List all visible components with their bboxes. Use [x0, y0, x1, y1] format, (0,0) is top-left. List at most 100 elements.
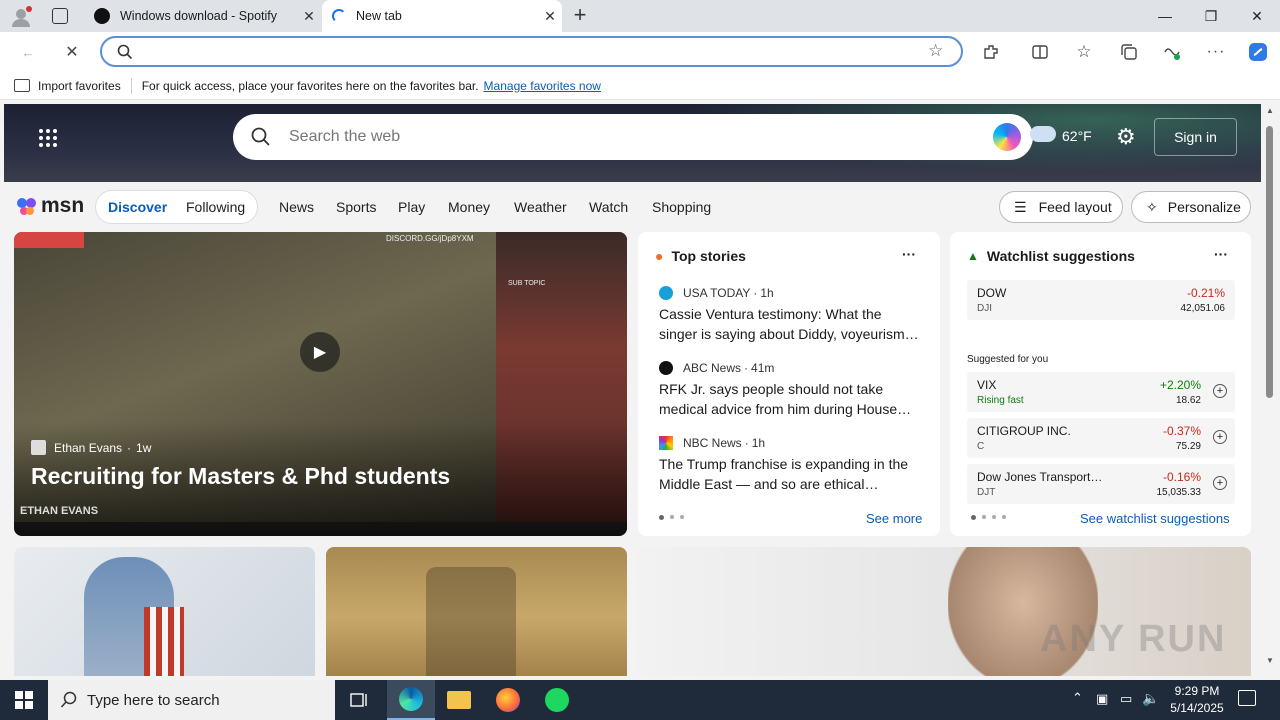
story-headline[interactable]: Cassie Ventura testimony: What the singe… — [659, 304, 923, 344]
see-watchlist-link[interactable]: See watchlist suggestions — [1080, 511, 1230, 526]
personalize-button[interactable]: ✧ Personalize — [1131, 191, 1251, 223]
nav-money[interactable]: Money — [448, 199, 490, 215]
new-tab-button[interactable]: + — [568, 4, 592, 28]
browser-essentials-icon[interactable] — [1160, 40, 1184, 64]
taskbar-search[interactable]: Type here to search — [48, 680, 335, 720]
story-item[interactable]: NBC News · 1h The Trump franchise is expan… — [659, 436, 923, 494]
pager-dots[interactable] — [659, 515, 684, 520]
close-tab-icon[interactable]: ✕ — [297, 8, 321, 25]
story-headline[interactable]: RFK Jr. says people should not take medi… — [659, 379, 923, 419]
story-item[interactable]: ABC News · 41m RFK Jr. says people should … — [659, 361, 923, 419]
scrollbar-thumb[interactable] — [1266, 126, 1273, 398]
clock-time[interactable]: 9:29 PM — [1170, 684, 1224, 698]
top-stories-title[interactable]: Top stories — [671, 248, 745, 264]
usa-today-logo-icon — [659, 286, 673, 300]
volume-icon[interactable]: 🔈 — [1142, 690, 1159, 707]
tab-discover[interactable]: Discover — [108, 199, 167, 215]
scroll-up-icon[interactable]: ▲ — [1266, 106, 1274, 115]
web-search-box[interactable]: Search the web — [233, 114, 1033, 160]
favorite-star-icon[interactable]: ☆ — [928, 41, 943, 61]
pager-dots[interactable] — [971, 515, 1006, 520]
stock-row[interactable]: Dow Jones Transport… DJT -0.16% 15,035.3… — [967, 464, 1235, 504]
nav-weather[interactable]: Weather — [514, 199, 567, 215]
play-button[interactable]: ▶ — [300, 332, 340, 372]
minimize-button[interactable]: — — [1142, 0, 1188, 32]
stock-name: CITIGROUP INC. — [977, 424, 1071, 438]
file-explorer-icon[interactable] — [435, 680, 483, 720]
close-window-button[interactable]: ✕ — [1234, 0, 1280, 32]
hero-video-card[interactable]: DISCORD.GG/jDp8YXM SUB TOPIC ▶ Ethan Eva… — [14, 232, 627, 536]
copilot-icon[interactable] — [1246, 40, 1270, 64]
restore-button[interactable]: ❐ — [1188, 0, 1234, 32]
tab-actions-icon[interactable] — [52, 8, 68, 24]
add-stock-icon[interactable]: + — [1213, 430, 1227, 444]
close-tab-icon[interactable]: ✕ — [538, 8, 562, 25]
hero-banner: Search the web 62°F ⚙ Sign in — [4, 104, 1261, 182]
clock-date[interactable]: 5/14/2025 — [1166, 701, 1228, 715]
stop-icon[interactable]: ✕ — [60, 40, 84, 64]
device-icon[interactable]: ▣ — [1096, 691, 1108, 707]
notifications-icon[interactable] — [1238, 690, 1256, 706]
start-button[interactable] — [0, 680, 48, 720]
chevron-up-icon[interactable]: ⌃ — [1072, 690, 1083, 706]
more-options-icon[interactable]: ··· — [902, 246, 916, 262]
settings-gear-icon[interactable]: ⚙ — [1116, 126, 1136, 148]
stock-row-dow[interactable]: DOW DJI -0.21% 42,051.06 — [967, 280, 1235, 320]
add-stock-icon[interactable]: + — [1213, 476, 1227, 490]
address-bar[interactable]: ☆ — [100, 36, 963, 67]
story-source: USA TODAY — [683, 286, 751, 300]
apps-grid-icon[interactable] — [38, 128, 58, 151]
nav-watch[interactable]: Watch — [589, 199, 628, 215]
story-headline[interactable]: The Trump franchise is expanding in the … — [659, 454, 923, 494]
favorites-icon[interactable]: ☆ — [1072, 40, 1096, 64]
back-icon[interactable]: ← — [16, 40, 40, 64]
nav-shopping[interactable]: Shopping — [652, 199, 711, 215]
see-more-link[interactable]: See more — [866, 511, 922, 526]
tab-title: Windows download - Spotify — [120, 9, 278, 23]
split-screen-icon[interactable] — [1028, 40, 1052, 64]
collections-icon[interactable] — [1117, 40, 1141, 64]
stock-row[interactable]: CITIGROUP INC. C -0.37% 75.29 + — [967, 418, 1235, 458]
sign-in-button[interactable]: Sign in — [1154, 118, 1237, 156]
copilot-search-icon[interactable] — [993, 123, 1021, 151]
story-age: 1h — [760, 286, 774, 300]
story-dot: · — [753, 286, 758, 300]
manage-favorites-link[interactable]: Manage favorites now — [484, 79, 601, 93]
nav-news[interactable]: News — [279, 199, 314, 215]
news-card[interactable] — [326, 547, 627, 676]
tab-new-tab[interactable]: New tab ✕ — [322, 0, 562, 32]
extensions-icon[interactable] — [979, 40, 1003, 64]
temperature[interactable]: 62°F — [1062, 128, 1092, 144]
scrollbar[interactable]: ▲ ▼ — [1261, 104, 1280, 676]
hero-author[interactable]: Ethan Evans — [54, 441, 122, 455]
tab-following[interactable]: Following — [186, 199, 245, 215]
stock-row[interactable]: VIX Rising fast +2.20% 18.62 + — [967, 372, 1235, 412]
task-view-icon[interactable] — [336, 680, 384, 720]
stock-sub: Rising fast — [977, 395, 1024, 406]
hero-title[interactable]: Recruiting for Masters & Phd students — [31, 463, 450, 490]
import-favorites-button[interactable]: Import favorites — [38, 79, 121, 93]
feed-layout-button[interactable]: ☰ Feed layout — [999, 191, 1123, 223]
network-icon[interactable]: ▭ — [1120, 691, 1132, 707]
edge-taskbar-icon[interactable] — [387, 680, 435, 720]
news-card[interactable] — [14, 547, 315, 676]
abc-news-logo-icon — [659, 361, 673, 375]
watchlist-title[interactable]: Watchlist suggestions — [987, 248, 1135, 264]
more-options-icon[interactable]: ··· — [1214, 246, 1228, 262]
spotify-taskbar-icon[interactable] — [533, 680, 581, 720]
scroll-down-icon[interactable]: ▼ — [1266, 656, 1274, 665]
tab-spotify[interactable]: Windows download - Spotify ✕ — [86, 0, 321, 32]
nav-sports[interactable]: Sports — [336, 199, 376, 215]
weather-cloud-icon[interactable] — [1030, 126, 1056, 142]
nav-play[interactable]: Play — [398, 199, 425, 215]
top-stories-header: ● Top stories — [655, 248, 746, 264]
msn-logo[interactable]: msn — [16, 190, 84, 222]
watchlist-header: ▲ Watchlist suggestions — [967, 248, 1135, 264]
story-item[interactable]: USA TODAY · 1h Cassie Ventura testimony: W… — [659, 286, 923, 344]
search-icon — [60, 691, 77, 708]
profile-icon[interactable] — [10, 6, 32, 28]
add-stock-icon[interactable]: + — [1213, 384, 1227, 398]
firefox-icon[interactable] — [484, 680, 532, 720]
more-menu-icon[interactable]: ··· — [1204, 40, 1228, 64]
search-icon — [251, 127, 270, 146]
